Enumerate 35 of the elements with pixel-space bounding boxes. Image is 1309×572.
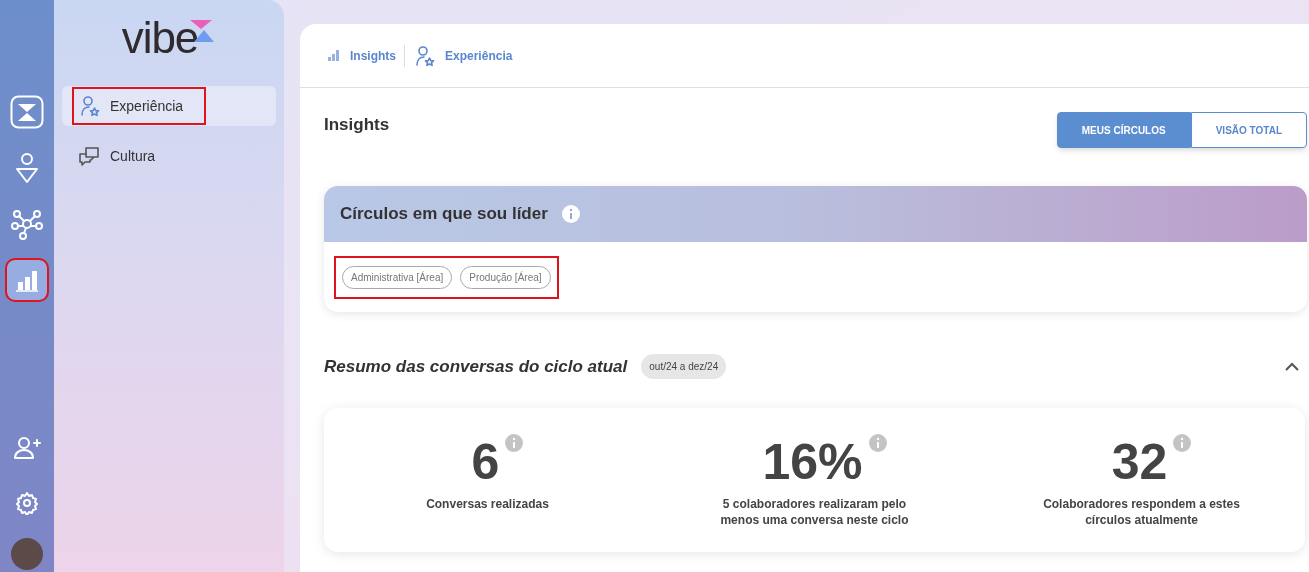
stat-value: 6 <box>471 433 500 490</box>
stat-value: 32 <box>1111 433 1168 490</box>
add-user-icon <box>13 436 41 460</box>
stat-label: Conversas realizadas <box>425 495 550 512</box>
network-nodes-icon <box>11 208 43 240</box>
sidebar-item[interactable]: Cultura <box>62 136 276 176</box>
info-icon[interactable] <box>868 433 887 452</box>
card-title: Círculos em que sou líder <box>340 203 548 226</box>
settings-icon <box>15 491 39 515</box>
info-icon[interactable] <box>561 205 580 223</box>
info-icon[interactable] <box>505 433 524 452</box>
breadcrumb-link[interactable]: Insights <box>328 46 404 65</box>
stat-label: 5 colaboradores realizaram pelo menos uma conversa neste ciclo <box>719 495 910 528</box>
info-icon[interactable] <box>1173 433 1192 452</box>
sidebar-item-label: Cultura <box>110 146 156 166</box>
section-title: Resumo das conversas do ciclo atual <box>324 356 628 378</box>
sidebar-item-label: Experiência <box>110 96 184 116</box>
sidebar-item[interactable]: Experiência <box>62 86 276 126</box>
view-toggle-button[interactable]: MEUS CÍRCULOS <box>1056 112 1191 148</box>
view-toggle-button[interactable]: VISÃO TOTAL <box>1190 112 1307 148</box>
stat-value: 16% <box>762 433 863 490</box>
bar-chart-icon <box>14 268 40 292</box>
stat-label: Colaboradores respondem a estes círculos atualmente <box>1042 495 1241 528</box>
avatar[interactable] <box>11 538 43 570</box>
chat-bubbles-icon <box>78 146 100 166</box>
bar-chart-icon <box>328 50 340 61</box>
period-badge: out/24 a dez/24 <box>641 354 727 380</box>
breadcrumb-link[interactable]: Experiência <box>404 44 521 67</box>
rail-button[interactable] <box>7 260 47 300</box>
vibe-logo: vibe <box>121 12 217 64</box>
person-star-icon <box>415 44 435 67</box>
hourglass-logo-icon <box>10 95 44 129</box>
collapse-chevron-icon[interactable] <box>1285 362 1299 372</box>
page-title: Insights <box>324 114 390 136</box>
person-star-icon <box>80 95 100 117</box>
